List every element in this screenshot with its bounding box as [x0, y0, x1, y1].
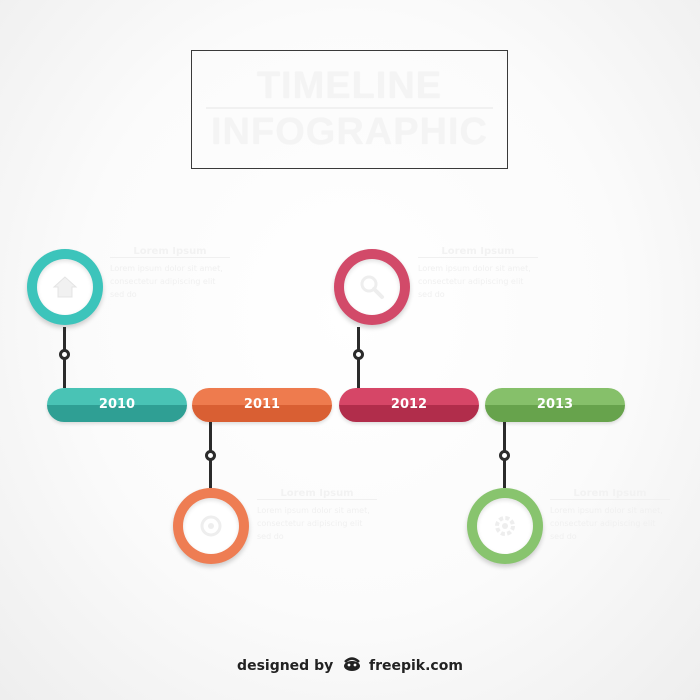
year-label-2012: 2012: [390, 397, 428, 412]
connector-node-2011: [205, 450, 216, 461]
magnifier-icon: [360, 275, 384, 299]
connector-node-2013: [499, 450, 510, 461]
caption-2011: Lorem Ipsum Lorem ipsum dolor sit amet, …: [257, 488, 377, 543]
milestone-2012-circle: [334, 249, 410, 325]
year-label-2013: 2013: [536, 397, 574, 412]
caption-heading: Lorem Ipsum: [418, 246, 538, 258]
connector-node-2010: [59, 349, 70, 360]
year-pill-2012: 2012: [339, 388, 479, 422]
caption-2013: Lorem Ipsum Lorem ipsum dolor sit amet, …: [550, 488, 670, 543]
caption-heading: Lorem Ipsum: [110, 246, 230, 258]
caption-body: Lorem ipsum dolor sit amet, consectetur …: [550, 506, 663, 541]
caption-2012: Lorem Ipsum Lorem ipsum dolor sit amet, …: [418, 246, 538, 301]
caption-body: Lorem ipsum dolor sit amet, consectetur …: [110, 264, 223, 299]
year-label-2011: 2011: [243, 397, 281, 412]
gear-icon: [495, 516, 515, 536]
year-pill-2013: 2013: [485, 388, 625, 422]
house-icon: [52, 276, 78, 298]
caption-body: Lorem ipsum dolor sit amet, consectetur …: [418, 264, 531, 299]
caption-2010: Lorem Ipsum Lorem ipsum dolor sit amet, …: [110, 246, 230, 301]
milestone-2011-circle: [173, 488, 249, 564]
caption-heading: Lorem Ipsum: [550, 488, 670, 500]
caption-body: Lorem ipsum dolor sit amet, consectetur …: [257, 506, 370, 541]
footer-credit: designed by freepik.com: [0, 656, 700, 676]
year-label-2010: 2010: [98, 397, 136, 412]
title-line-2: INFOGRAPHIC: [211, 111, 488, 153]
title-box: TIMELINE INFOGRAPHIC: [191, 50, 508, 169]
caption-heading: Lorem Ipsum: [257, 488, 377, 500]
milestone-2010-circle: [27, 249, 103, 325]
title-line-1: TIMELINE: [256, 65, 443, 107]
title-divider: [206, 107, 493, 109]
year-pill-2010: 2010: [47, 388, 187, 422]
circle-icon: [200, 515, 222, 537]
milestone-2013-circle: [467, 488, 543, 564]
footer-prefix: designed by: [237, 658, 334, 674]
freepik-logo-icon: [342, 656, 362, 676]
footer-brand: freepik.com: [368, 658, 463, 674]
connector-node-2012: [353, 349, 364, 360]
year-pill-2011: 2011: [192, 388, 332, 422]
